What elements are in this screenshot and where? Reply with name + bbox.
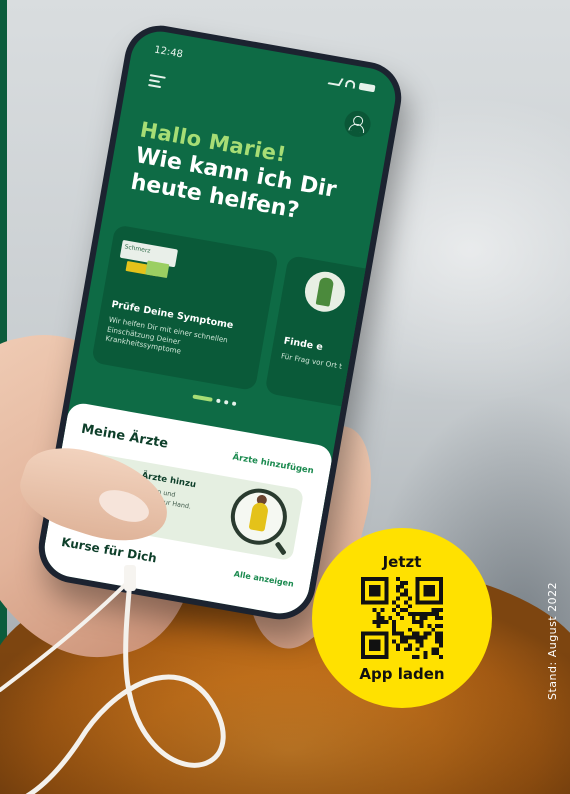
doctor-figure bbox=[248, 501, 270, 532]
battery-icon bbox=[358, 82, 376, 92]
photo-background: 12:48 Hallo Marie! Wie kann ich Dir heut… bbox=[0, 0, 570, 794]
pager-dot[interactable] bbox=[231, 401, 237, 407]
status-icons bbox=[327, 76, 376, 92]
pager-dot[interactable] bbox=[216, 398, 221, 404]
badge-top-text: Jetzt bbox=[382, 553, 422, 571]
status-time: 12:48 bbox=[153, 44, 184, 60]
pager-dot[interactable] bbox=[223, 399, 229, 405]
add-doctors-link[interactable]: Ärzte hinzufügen bbox=[232, 452, 315, 476]
illustration-tag bbox=[145, 260, 170, 279]
badge-bottom-text: App laden bbox=[359, 665, 445, 683]
menu-icon[interactable] bbox=[147, 74, 166, 89]
signal-icon bbox=[327, 76, 344, 87]
wifi-icon bbox=[344, 79, 357, 89]
download-badge[interactable]: Jetzt App laden bbox=[312, 528, 492, 708]
feature-carousel[interactable]: Schmerz Prüfe Deine Symptome Wir helfen … bbox=[89, 224, 400, 427]
qr-code-icon[interactable] bbox=[361, 577, 443, 659]
pager-dot-active[interactable] bbox=[192, 394, 213, 402]
section-title: Meine Ärzte bbox=[80, 421, 170, 452]
symptom-illustration: Schmerz bbox=[116, 236, 183, 292]
date-note: Stand: August 2022 bbox=[546, 581, 559, 700]
show-all-link[interactable]: Alle anzeigen bbox=[233, 569, 294, 588]
profile-icon[interactable] bbox=[342, 108, 373, 139]
symptom-check-card[interactable]: Schmerz Prüfe Deine Symptome Wir helfen … bbox=[91, 224, 279, 392]
find-doctor-card[interactable]: Finde e Für Frag vor Ort t bbox=[264, 254, 400, 414]
doctor-illustration bbox=[301, 268, 349, 315]
status-bar: 12:48 bbox=[153, 43, 376, 96]
card-text: Für Frag vor Ort t bbox=[280, 351, 343, 371]
knit-shadow bbox=[0, 650, 570, 794]
